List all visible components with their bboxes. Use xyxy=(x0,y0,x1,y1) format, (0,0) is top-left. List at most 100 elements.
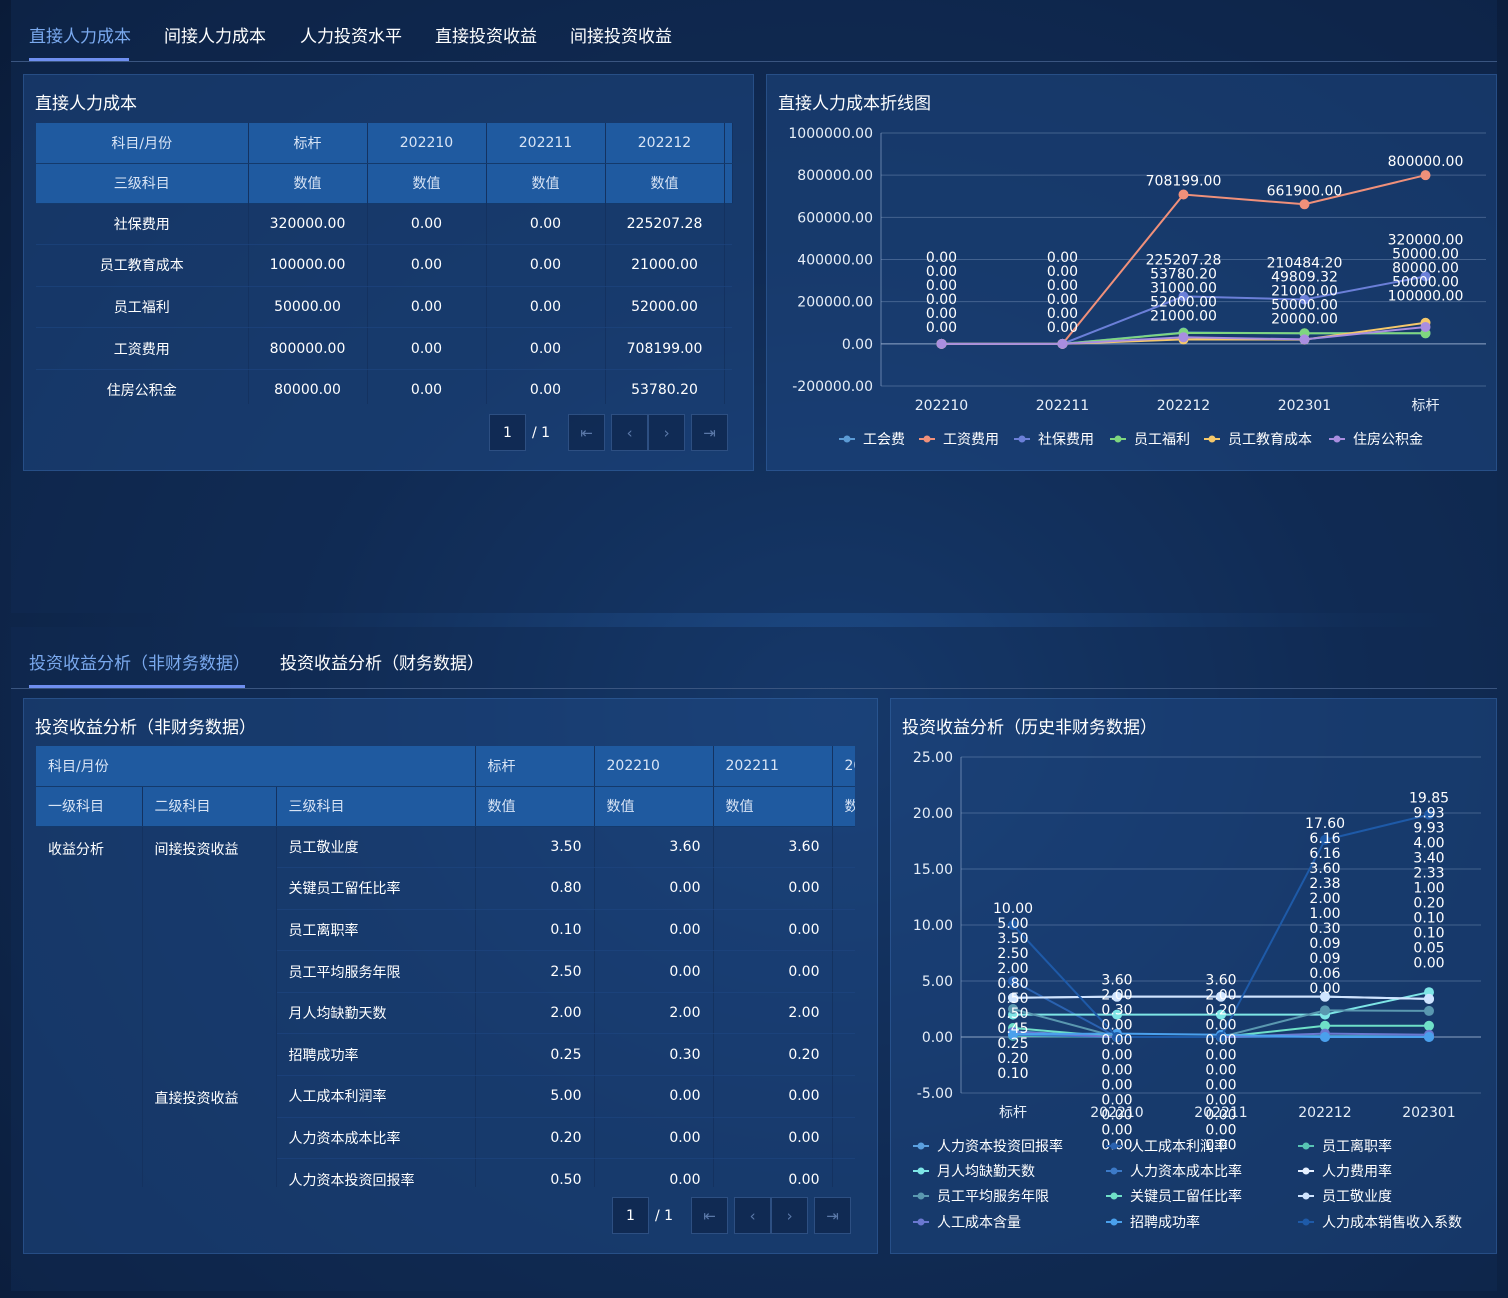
x-tick-label: 202301 xyxy=(1278,398,1331,414)
table-row: 收益分析 间接投资收益 员工敬业度 3.50 3.60 3.60 xyxy=(36,826,855,1187)
cell-level3: 人力资本投资回报率 xyxy=(276,1158,476,1187)
cell-spacer xyxy=(832,909,855,952)
data-label: 0.00 xyxy=(1205,1093,1236,1109)
tab-underline xyxy=(29,685,245,688)
first-page-icon[interactable]: ⇤ xyxy=(568,414,606,451)
data-point xyxy=(1320,1032,1330,1042)
data-point xyxy=(1320,1005,1330,1016)
data-label: 6.16 xyxy=(1309,831,1340,847)
cell-spacer xyxy=(832,1075,855,1118)
table-row: 员工福利 50000.00 0.00 0.00 52000.00 xyxy=(36,286,732,329)
data-label: 0.30 xyxy=(1101,1003,1132,1019)
data-label: 0.30 xyxy=(1309,921,1340,937)
cell-value: 0.00 xyxy=(594,909,714,952)
cell-value: 2.50 xyxy=(475,950,595,993)
direct-cost-table: 科目/月份 标杆 202210 202211 202212 三级科目 数值 数值… xyxy=(36,123,733,204)
cell-value: 5.00 xyxy=(475,1075,595,1118)
data-label: 0.06 xyxy=(1309,966,1340,982)
tab-direct-labor-cost[interactable]: 直接人力成本 xyxy=(29,22,131,47)
tab-indirect-labor-cost[interactable]: 间接人力成本 xyxy=(164,22,266,47)
x-tick-label: 202211 xyxy=(1036,398,1089,414)
legend-marker xyxy=(917,1192,925,1200)
last-page-icon[interactable]: ⇥ xyxy=(691,414,729,451)
pagination: 1 / 1 ⇤ ‹ › ⇥ xyxy=(612,1197,852,1234)
legend-label: 工资费用 xyxy=(943,432,999,448)
y-tick-label: 5.00 xyxy=(922,974,953,990)
page-total: / 1 xyxy=(655,1207,674,1224)
data-label: 0.00 xyxy=(1047,320,1078,336)
x-tick-label: 标杆 xyxy=(999,1105,1027,1121)
cell-value: 2.00 xyxy=(475,992,595,1035)
column-header: 数值 xyxy=(248,163,368,204)
next-page-icon[interactable]: › xyxy=(648,414,686,451)
data-label: 1.00 xyxy=(1309,906,1340,922)
tab-nonfinancial-data[interactable]: 投资收益分析（非财务数据） xyxy=(29,649,250,674)
data-point xyxy=(1299,199,1310,210)
legend-marker xyxy=(843,435,851,443)
table-scroll-area[interactable]: 科目/月份 标杆 202210 202211 20 一级科目 二级科目 三级科目… xyxy=(36,746,855,1187)
table-body-scroll[interactable]: 社保费用 320000.00 0.00 0.00 225207.28 员工教育成… xyxy=(36,203,732,404)
tab-direct-investment-return[interactable]: 直接投资收益 xyxy=(435,22,537,47)
legend-label: 人工成本利润率 xyxy=(1130,1138,1228,1155)
data-label: 0.00 xyxy=(1101,1123,1132,1139)
legend-label: 社保费用 xyxy=(1038,432,1094,448)
data-label: 0.00 xyxy=(1205,1018,1236,1034)
tab-indirect-investment-return[interactable]: 间接投资收益 xyxy=(570,22,672,47)
data-label: 0.50 xyxy=(997,991,1028,1007)
legend-label: 人工成本含量 xyxy=(937,1215,1021,1231)
page-number-input[interactable]: 1 xyxy=(612,1197,649,1234)
data-label: 9.93 xyxy=(1413,821,1444,837)
table-row: 住房公积金 80000.00 0.00 0.00 53780.20 xyxy=(36,369,732,404)
data-label: 2.33 xyxy=(1413,866,1444,882)
cell-subject: 员工教育成本 xyxy=(36,244,249,287)
cell-subject: 社保费用 xyxy=(36,203,249,246)
legend-marker xyxy=(917,1142,925,1150)
data-label: 661900.00 xyxy=(1267,183,1343,199)
cell-level3: 员工敬业度 xyxy=(276,826,476,869)
prev-page-icon[interactable]: ‹ xyxy=(611,414,649,451)
panel-title: 投资收益分析（非财务数据） xyxy=(35,718,256,738)
legend-marker xyxy=(917,1218,925,1226)
next-page-icon[interactable]: › xyxy=(771,1197,809,1234)
tab-underline xyxy=(29,58,129,61)
cell-spacer xyxy=(724,244,732,287)
data-label: 9.93 xyxy=(1413,806,1444,822)
page-number-input[interactable]: 1 xyxy=(489,414,526,451)
prev-page-icon[interactable]: ‹ xyxy=(734,1197,772,1234)
cell-value: 0.00 xyxy=(713,950,833,993)
y-tick-label: 400000.00 xyxy=(797,253,873,269)
legend-label: 人力资本成本比率 xyxy=(1130,1163,1242,1180)
column-header: 202210 xyxy=(594,746,714,787)
table-row: 直接投资收益 人工成本利润率 5.00 0.00 0.00 xyxy=(36,1075,855,1187)
tab-hr-investment-level[interactable]: 人力投资水平 xyxy=(300,22,402,47)
nonfinancial-table: 科目/月份 标杆 202210 202211 20 一级科目 二级科目 三级科目… xyxy=(36,746,855,1187)
data-label: 17.60 xyxy=(1305,816,1345,832)
data-label: 0.00 xyxy=(1101,1033,1132,1049)
cell-value: 2.00 xyxy=(713,992,833,1035)
column-header: 数值 xyxy=(367,163,487,204)
column-header: 数 xyxy=(832,786,855,827)
panel-title: 直接人力成本 xyxy=(35,94,137,114)
cell-value: 0.00 xyxy=(486,244,606,287)
data-label: 3.60 xyxy=(1309,861,1340,877)
cell-value: 3.60 xyxy=(713,826,833,869)
cell-level3: 人力资本成本比率 xyxy=(276,1117,476,1160)
tab-financial-data[interactable]: 投资收益分析（财务数据） xyxy=(280,649,484,674)
data-label: 0.09 xyxy=(1309,951,1340,967)
legend-marker xyxy=(1302,1142,1310,1150)
section-direct-cost: 直接人力成本 间接人力成本 人力投资水平 直接投资收益 间接投资收益 直接人力成… xyxy=(11,0,1497,613)
data-label: 5.00 xyxy=(997,916,1028,932)
cell-spacer xyxy=(724,203,732,246)
last-page-icon[interactable]: ⇥ xyxy=(814,1197,852,1234)
table-panel-direct-cost: 直接人力成本 科目/月份 标杆 202210 202211 202212 三级科… xyxy=(23,74,754,471)
page-total: / 1 xyxy=(532,424,551,441)
data-label: 0.10 xyxy=(997,1066,1028,1082)
data-label: 0.25 xyxy=(997,1036,1028,1052)
data-label: 0.00 xyxy=(1101,1078,1132,1094)
data-label: 0.00 xyxy=(1205,1063,1236,1079)
pagination: 1 / 1 ⇤ ‹ › ⇥ xyxy=(489,414,729,451)
legend-label: 人力资本投资回报率 xyxy=(937,1138,1063,1155)
legend-label: 员工福利 xyxy=(1134,432,1190,448)
first-page-icon[interactable]: ⇤ xyxy=(691,1197,729,1234)
cell-level3: 员工平均服务年限 xyxy=(276,950,476,993)
